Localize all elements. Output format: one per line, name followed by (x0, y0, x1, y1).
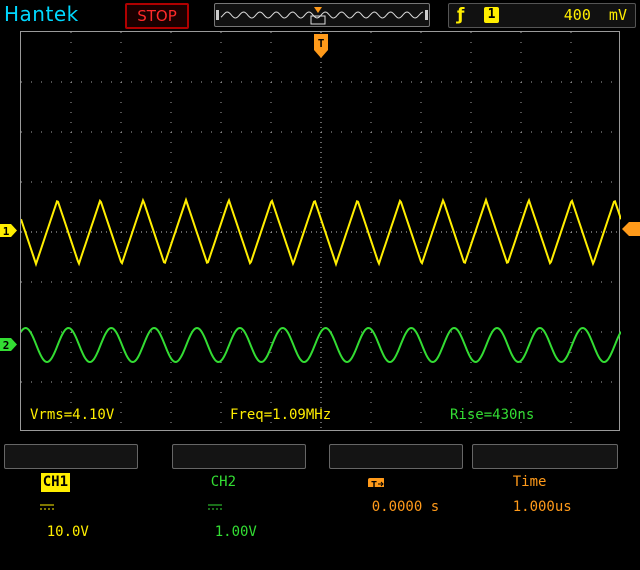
memory-overview-waveform (216, 7, 428, 25)
run-stop-indicator[interactable]: STOP (125, 3, 189, 29)
dc-coupling-icon (207, 504, 222, 510)
ch2-settings-button[interactable]: CH2 1.00V (172, 444, 306, 540)
ch2-waveform (21, 326, 621, 364)
trigger-position-value: 0.0000 s (371, 499, 440, 515)
top-status-bar: Hantek STOP ƒ 1 400 mV (0, 0, 640, 30)
ch1-volts-per-div: 10.0V (46, 524, 89, 540)
svg-text:T: T (371, 480, 377, 487)
bottom-status-bar: CH1 10.0V CH2 1.00V T 0.0000 s Time 1.00… (0, 440, 640, 540)
ch2-label: CH2 (210, 474, 237, 490)
timebase-button[interactable]: Time 1.000us (472, 444, 618, 515)
timebase-value: 1.000us (512, 499, 572, 515)
trigger-source-badge: 1 (484, 7, 499, 23)
measurement-frequency: Freq=1.09MHz (230, 407, 332, 423)
ch1-label: CH1 (40, 473, 71, 492)
dc-coupling-icon (39, 504, 54, 510)
ch1-ground-marker[interactable]: 1 (0, 224, 18, 237)
rising-edge-icon: ƒ (457, 5, 465, 25)
memory-overview-bar[interactable] (214, 3, 430, 27)
graticule (21, 32, 621, 432)
trigger-level-marker[interactable] (622, 222, 640, 236)
trigger-level-readout: 400 mV (563, 6, 627, 24)
trigger-settings-panel[interactable]: ƒ 1 400 mV (448, 3, 636, 28)
ch2-volts-per-div: 1.00V (214, 524, 257, 540)
ch1-settings-button[interactable]: CH1 10.0V (4, 444, 138, 540)
trigger-position-icon: T (367, 478, 384, 487)
ch2-ground-marker[interactable]: 2 (0, 338, 18, 351)
measurement-vrms: Vrms=4.10V (30, 407, 115, 423)
ch1-marker-label: 1 (3, 225, 10, 237)
waveform-display[interactable] (20, 31, 621, 432)
trigger-position-button[interactable]: T 0.0000 s (329, 444, 463, 515)
trigger-position-label: T (318, 37, 325, 50)
brand-logo: Hantek (4, 2, 79, 26)
trigger-position-marker[interactable]: T (314, 34, 328, 60)
ch2-marker-label: 2 (3, 339, 10, 351)
timebase-label: Time (512, 474, 547, 490)
measurement-rise-time: Rise=430ns (450, 407, 535, 423)
